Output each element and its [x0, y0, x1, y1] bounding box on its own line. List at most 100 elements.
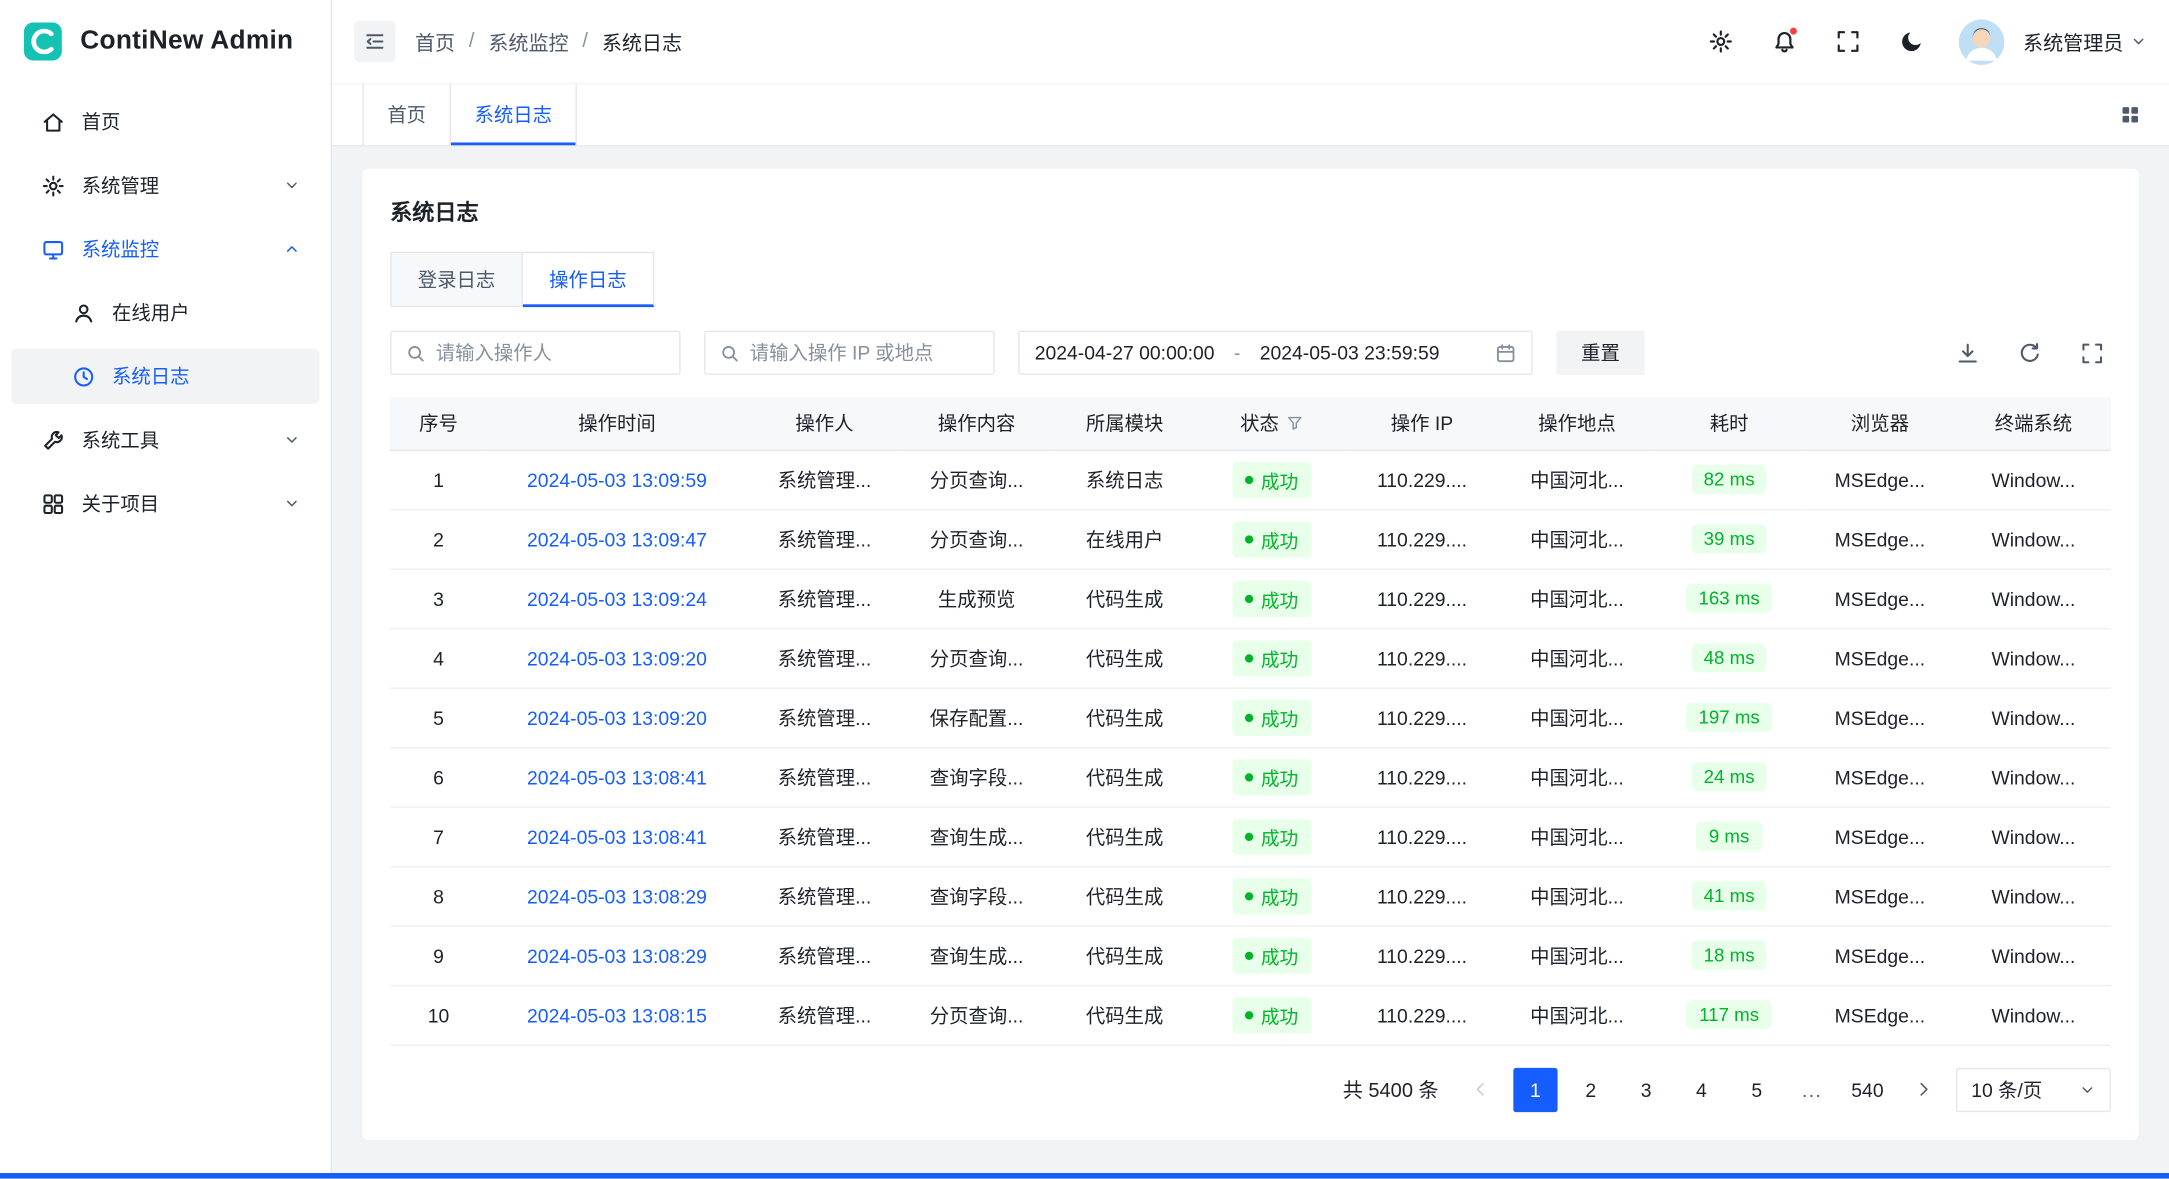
next-page-button[interactable] — [1901, 1067, 1945, 1111]
operator-cell: 系统管理... — [778, 944, 872, 966]
status-label: 成功 — [1261, 584, 1298, 612]
tab-list-button[interactable] — [2111, 95, 2150, 134]
status-dot-icon — [1244, 951, 1252, 959]
refresh-icon — [2018, 341, 2042, 365]
page-size-select[interactable]: 10 条/页 — [1956, 1067, 2111, 1111]
page-button-540[interactable]: 540 — [1845, 1067, 1889, 1111]
table-row[interactable]: 2 2024-05-03 13:09:47 系统管理... 分页查询... 在线… — [390, 509, 2111, 568]
operation-time-link[interactable]: 2024-05-03 13:09:20 — [527, 706, 707, 728]
table-row[interactable]: 9 2024-05-03 13:08:29 系统管理... 查询生成... 代码… — [390, 925, 2111, 984]
reset-button[interactable]: 重置 — [1556, 331, 1645, 375]
tab-label: 操作日志 — [549, 268, 626, 290]
status-label: 成功 — [1261, 763, 1298, 791]
operation-location-cell: 中国河北... — [1530, 587, 1624, 609]
table-row[interactable]: 5 2024-05-03 13:09:20 系统管理... 保存配置... 代码… — [390, 687, 2111, 746]
chevron-up-icon — [284, 241, 301, 258]
operation-content-cell: 查询生成... — [930, 944, 1024, 966]
breadcrumb-item[interactable]: 首页 — [415, 27, 455, 56]
tab-login-logs[interactable]: 登录日志 — [390, 252, 523, 307]
page-button-1[interactable]: 1 — [1513, 1067, 1557, 1111]
user-menu[interactable]: 系统管理员 — [2023, 27, 2147, 56]
operation-location-cell: 中国河北... — [1530, 468, 1624, 490]
operator-search-input[interactable] — [436, 342, 666, 364]
settings-button[interactable] — [1698, 19, 1742, 63]
operation-time-link[interactable]: 2024-05-03 13:09:59 — [527, 468, 707, 490]
filter-funnel-icon[interactable] — [1286, 415, 1303, 432]
tab-operation-logs[interactable]: 操作日志 — [523, 252, 654, 307]
row-index: 4 — [433, 647, 444, 669]
status-label: 成功 — [1261, 941, 1298, 969]
page-button-5[interactable]: 5 — [1735, 1067, 1779, 1111]
table-row[interactable]: 6 2024-05-03 13:08:41 系统管理... 查询字段... 代码… — [390, 747, 2111, 806]
table-row[interactable]: 7 2024-05-03 13:08:41 系统管理... 查询生成... 代码… — [390, 806, 2111, 865]
operation-ip-cell: 110.229.... — [1377, 1004, 1467, 1026]
collapse-sidebar-button[interactable] — [354, 21, 395, 62]
table-row[interactable]: 8 2024-05-03 13:08:29 系统管理... 查询字段... 代码… — [390, 866, 2111, 925]
operation-time-link[interactable]: 2024-05-03 13:09:47 — [527, 528, 707, 550]
operator-cell: 系统管理... — [778, 825, 872, 847]
page-button-4[interactable]: 4 — [1679, 1067, 1723, 1111]
calendar-icon — [1495, 342, 1516, 363]
operation-time-link[interactable]: 2024-05-03 13:09:20 — [527, 647, 707, 669]
status-dot-icon — [1244, 892, 1252, 900]
table-row[interactable]: 4 2024-05-03 13:09:20 系统管理... 分页查询... 代码… — [390, 628, 2111, 687]
table-fullscreen-button[interactable] — [2072, 333, 2111, 372]
system-log-card: 系统日志 登录日志 操作日志 — [362, 169, 2138, 1139]
breadcrumb-item[interactable]: 系统监控 — [488, 27, 568, 56]
sidebar-item-system-management[interactable]: 系统管理 — [11, 158, 319, 213]
sidebar-item-home[interactable]: 首页 — [11, 94, 319, 149]
status-badge: 成功 — [1232, 461, 1311, 497]
clock-icon — [72, 364, 96, 388]
status-label: 成功 — [1261, 465, 1298, 493]
operation-time-link[interactable]: 2024-05-03 13:08:15 — [527, 1004, 707, 1026]
row-index: 9 — [433, 944, 444, 966]
sidebar-item-system-monitor[interactable]: 系统监控 — [11, 221, 319, 276]
ip-search-input[interactable] — [750, 342, 980, 364]
dark-mode-button[interactable] — [1889, 19, 1933, 63]
tab-label: 系统日志 — [474, 101, 551, 129]
operator-cell: 系统管理... — [778, 706, 872, 728]
operation-time-link[interactable]: 2024-05-03 13:08:29 — [527, 944, 707, 966]
sidebar-item-system-tools[interactable]: 系统工具 — [11, 412, 319, 467]
chevron-down-icon — [2079, 1081, 2096, 1098]
prev-page-button[interactable] — [1458, 1067, 1502, 1111]
operation-time-link[interactable]: 2024-05-03 13:08:41 — [527, 766, 707, 788]
avatar[interactable] — [1958, 19, 2004, 65]
operation-time-link[interactable]: 2024-05-03 13:08:29 — [527, 885, 707, 907]
notifications-button[interactable] — [1762, 19, 1806, 63]
operation-time-link[interactable]: 2024-05-03 13:09:24 — [527, 587, 707, 609]
page-ellipsis[interactable]: ... — [1790, 1067, 1834, 1111]
wrench-icon — [41, 428, 65, 452]
app-title: ContiNew Admin — [80, 26, 293, 56]
sidebar-item-online-users[interactable]: 在线用户 — [11, 285, 319, 340]
refresh-button[interactable] — [2010, 333, 2049, 372]
operator-search-box[interactable] — [390, 331, 680, 375]
tab-system-logs[interactable]: 系统日志 — [451, 84, 577, 145]
tab-label: 首页 — [387, 101, 426, 129]
sidebar-item-label: 关于项目 — [82, 490, 267, 518]
page-button-3[interactable]: 3 — [1624, 1067, 1668, 1111]
page-button-2[interactable]: 2 — [1569, 1067, 1613, 1111]
row-index: 3 — [433, 587, 444, 609]
row-index: 10 — [428, 1004, 450, 1026]
app-logo[interactable]: ContiNew Admin — [0, 0, 331, 83]
operation-ip-cell: 110.229.... — [1377, 468, 1467, 490]
export-button[interactable] — [1948, 333, 1987, 372]
ip-search-box[interactable] — [704, 331, 994, 375]
table-row[interactable]: 10 2024-05-03 13:08:15 系统管理... 分页查询... 代… — [390, 985, 2111, 1044]
sidebar-item-system-logs[interactable]: 系统日志 — [11, 349, 319, 404]
tab-home[interactable]: 首页 — [362, 84, 451, 145]
search-icon — [719, 342, 740, 363]
module-cell: 代码生成 — [1086, 1004, 1163, 1026]
breadcrumb-separator: / — [582, 30, 588, 52]
date-range-picker[interactable]: 2024-04-27 00:00:00 - 2024-05-03 23:59:5… — [1018, 331, 1533, 375]
table-header-row: 序号 操作时间 操作人 操作内容 所属模块 状态 — [390, 397, 2111, 450]
operation-time-link[interactable]: 2024-05-03 13:08:41 — [527, 825, 707, 847]
sidebar-item-about[interactable]: 关于项目 — [11, 476, 319, 531]
menu-fold-icon — [364, 30, 386, 52]
table-row[interactable]: 3 2024-05-03 13:09:24 系统管理... 生成预览 代码生成 … — [390, 569, 2111, 628]
table-row[interactable]: 1 2024-05-03 13:09:59 系统管理... 分页查询... 系统… — [390, 450, 2111, 509]
expand-icon — [2080, 341, 2104, 365]
fullscreen-button[interactable] — [1825, 19, 1869, 63]
table-header: 序号 操作时间 操作人 操作内容 所属模块 状态 — [390, 397, 2111, 450]
